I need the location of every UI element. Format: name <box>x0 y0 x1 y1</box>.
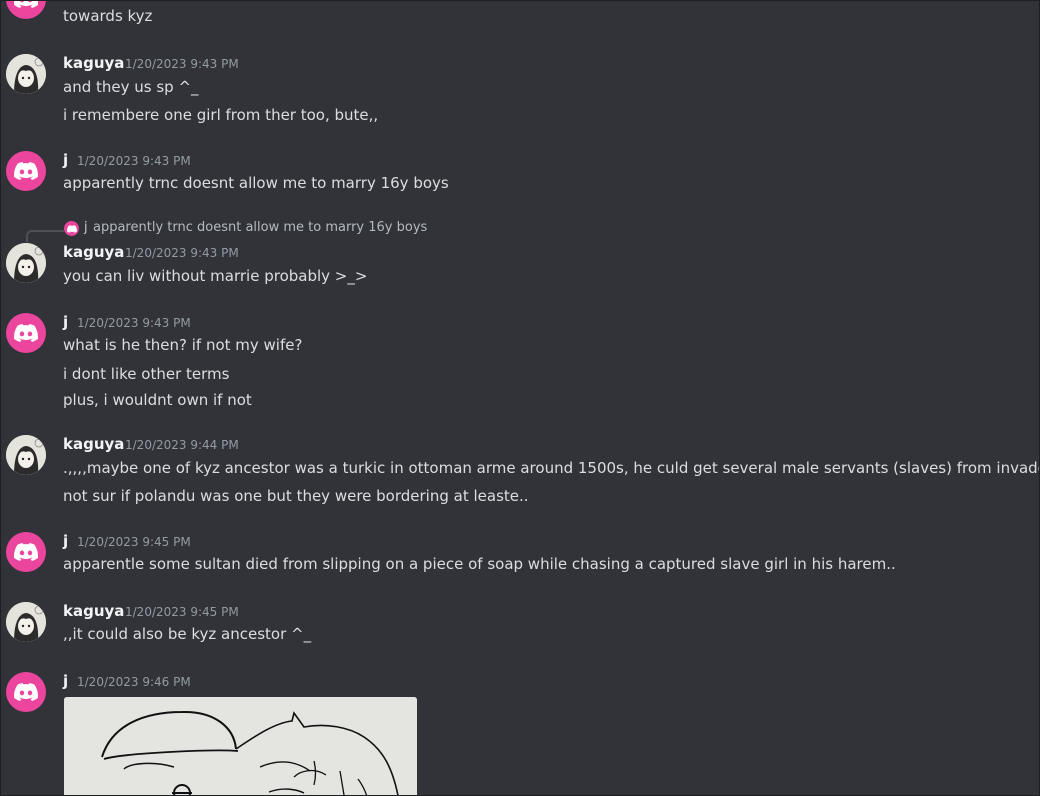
kaguya-avatar-icon <box>6 243 46 283</box>
user-avatar-j[interactable] <box>6 672 46 712</box>
user-avatar-kaguya[interactable] <box>6 243 46 283</box>
discord-logo-icon <box>14 324 38 342</box>
sketch-drawing-image <box>64 697 417 795</box>
message-timestamp: 1/20/2023 9:43 PM <box>125 246 239 260</box>
reply-avatar-j[interactable] <box>64 221 79 236</box>
message-timestamp: 1/20/2023 9:43 PM <box>77 316 191 330</box>
message-text: and they us sp ^_ <box>63 78 199 96</box>
message-text: .,,,,maybe one of kyz ancestor was a tur… <box>63 459 1040 477</box>
message-timestamp: 1/20/2023 9:43 PM <box>77 154 191 168</box>
user-avatar-j[interactable] <box>6 532 46 572</box>
message-text: plus, i wouldnt own if not <box>63 391 252 409</box>
message-text: towards kyz <box>63 7 153 25</box>
message-author[interactable]: j <box>63 671 68 691</box>
discord-logo-icon <box>14 162 38 180</box>
message-timestamp: 1/20/2023 9:45 PM <box>77 535 191 549</box>
kaguya-avatar-icon <box>6 54 46 94</box>
image-attachment[interactable] <box>64 697 417 795</box>
message-text: ,,it could also be kyz ancestor ^_ <box>63 625 312 643</box>
kaguya-avatar-icon <box>6 435 46 475</box>
message-timestamp: 1/20/2023 9:45 PM <box>125 605 239 619</box>
user-avatar-kaguya[interactable] <box>6 602 46 642</box>
message-text: you can liv without marrie probably >_> <box>63 267 368 285</box>
message-text: not sur if polandu was one but they were… <box>63 487 529 505</box>
kaguya-avatar-icon <box>6 602 46 642</box>
message-text: i dont like other terms <box>63 365 230 383</box>
message-timestamp: 1/20/2023 9:46 PM <box>77 675 191 689</box>
user-avatar-j[interactable] <box>6 1 46 19</box>
reply-spine <box>26 230 64 242</box>
message-text: apparently trnc doesnt allow me to marry… <box>63 174 449 192</box>
message-author[interactable]: j <box>63 312 68 332</box>
message-text: i remembere one girl from ther too, bute… <box>63 106 379 124</box>
user-avatar-kaguya[interactable] <box>6 54 46 94</box>
user-avatar-j[interactable] <box>6 313 46 353</box>
discord-logo-icon <box>66 224 77 233</box>
message-author[interactable]: j <box>63 531 68 551</box>
message-text: what is he then? if not my wife? <box>63 336 303 354</box>
message-author[interactable]: j <box>63 150 68 170</box>
message-author[interactable]: kaguya <box>63 434 124 454</box>
reply-preview-text[interactable]: apparently trnc doesnt allow me to marry… <box>93 218 427 238</box>
discord-logo-icon <box>14 683 38 701</box>
message-author[interactable]: kaguya <box>63 601 124 621</box>
message-author[interactable]: kaguya <box>63 242 124 262</box>
message-text: apparentle some sultan died from slippin… <box>63 555 896 573</box>
message-timestamp: 1/20/2023 9:43 PM <box>125 57 239 71</box>
chat-message-list[interactable]: towards kyz kaguya 1/20/2023 9:43 PM and… <box>0 0 1040 796</box>
discord-logo-icon <box>14 543 38 561</box>
message-author[interactable]: kaguya <box>63 53 124 73</box>
user-avatar-kaguya[interactable] <box>6 435 46 475</box>
user-avatar-j[interactable] <box>6 151 46 191</box>
message-timestamp: 1/20/2023 9:44 PM <box>125 438 239 452</box>
discord-logo-icon <box>14 1 38 8</box>
reply-author[interactable]: j <box>84 218 88 238</box>
